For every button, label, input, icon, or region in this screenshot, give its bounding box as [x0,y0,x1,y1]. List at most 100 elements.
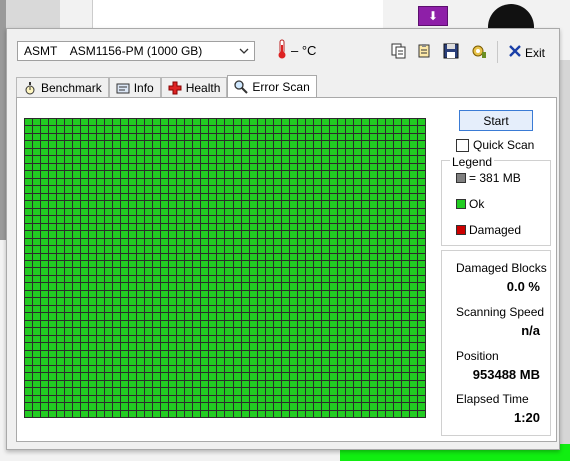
scan-block [177,201,185,208]
scan-block [105,208,113,216]
scan-block [161,305,169,313]
scan-block [177,246,185,253]
scan-block [377,313,385,320]
scan-block [337,208,345,216]
scan-block [297,156,305,163]
scan-block [305,328,313,335]
scan-block [241,171,249,178]
scan-block [321,350,329,358]
scan-block [161,343,169,350]
scan-block [97,201,105,208]
scan-block [401,358,409,365]
scan-block [401,298,409,305]
scan-block [73,246,81,253]
scan-block [273,320,281,328]
scan-block [257,320,265,328]
scan-block [297,171,305,178]
scan-block [145,148,153,156]
scan-block [369,163,377,171]
scan-block [289,320,297,328]
scan-block [81,148,89,156]
scan-block [337,178,345,186]
scan-block [89,350,97,358]
scan-block [89,305,97,313]
scan-block [33,290,41,298]
scan-block [249,253,257,261]
drive-select[interactable]: ASMT ASM1156-PM (1000 GB) [17,41,255,61]
scan-block [33,133,41,141]
tab-info[interactable]: Info [108,77,161,97]
tab-benchmark[interactable]: Benchmark [16,77,109,97]
scan-block [377,358,385,365]
scan-block [177,261,185,268]
scan-block [385,223,393,231]
scan-block [153,201,161,208]
scan-block [257,365,265,373]
scan-block [209,216,217,223]
scan-block [169,223,177,231]
scan-block [177,328,185,335]
scan-block [401,223,409,231]
drive-select-value: ASMT ASM1156-PM (1000 GB) [24,44,203,58]
scan-block [369,343,377,350]
scan-block [177,380,185,388]
scan-block [33,156,41,163]
scan-block [353,141,361,148]
scan-block [113,388,121,395]
scan-block [153,335,161,343]
scan-block [353,380,361,388]
scan-block [233,178,241,186]
scan-block [369,268,377,275]
scan-block [121,373,129,380]
scan-block [393,253,401,261]
scan-block [145,238,153,246]
copy-icon[interactable] [389,41,409,61]
scan-block [257,335,265,343]
scan-block [393,148,401,156]
copy-info-icon[interactable] [415,41,435,61]
scan-block [409,388,417,395]
scan-block [153,186,161,193]
scan-block [177,313,185,320]
quick-scan-option[interactable]: Quick Scan [456,138,534,152]
scan-block [377,119,385,126]
scan-block [265,141,273,148]
scan-block [369,358,377,365]
scan-block [105,350,113,358]
scan-block [401,163,409,171]
scan-block [321,298,329,305]
scan-block [57,388,65,395]
quick-scan-checkbox[interactable] [456,138,469,152]
scan-block [169,156,177,163]
save-icon[interactable] [441,41,461,61]
scan-block [169,290,177,298]
scan-block [345,350,353,358]
tab-health[interactable]: Health [160,77,228,97]
scan-block [25,231,33,238]
scan-block [361,358,369,365]
scan-block [289,268,297,275]
scan-block [225,186,233,193]
scan-block [401,313,409,320]
scan-block [297,313,305,320]
scan-block [97,133,105,141]
tab-error-scan[interactable]: Error Scan [227,75,317,97]
scan-block [241,261,249,268]
exit-button[interactable]: Exit [509,45,545,60]
scan-block [49,201,57,208]
scan-block [137,223,145,231]
scan-block [185,373,193,380]
scan-block [137,178,145,186]
scan-block [369,320,377,328]
scan-block [169,238,177,246]
scan-block [201,253,209,261]
start-button[interactable]: Start [459,110,533,131]
scan-block [417,328,425,335]
scan-block [289,141,297,148]
scan-block [209,373,217,380]
scan-block [361,320,369,328]
options-icon[interactable] [469,41,489,61]
exit-label: Exit [525,45,546,60]
scan-block [233,268,241,275]
scan-block [329,380,337,388]
